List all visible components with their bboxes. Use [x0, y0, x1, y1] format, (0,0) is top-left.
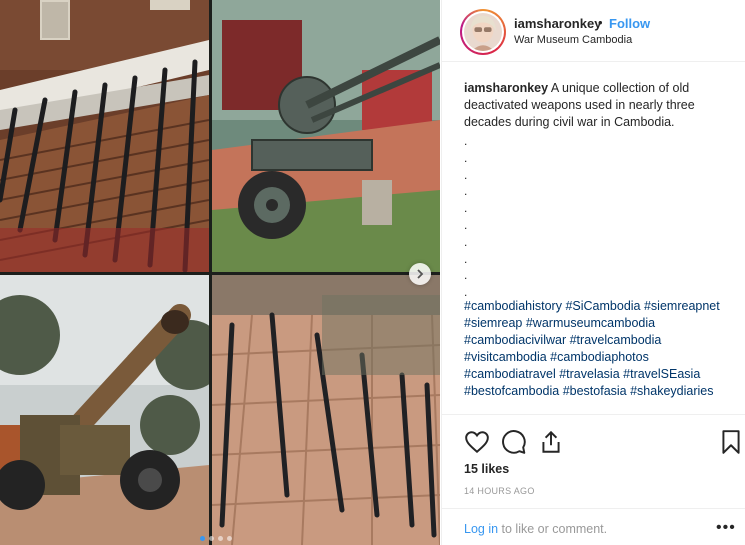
- caption-username-link[interactable]: iamsharonkey: [464, 81, 548, 95]
- carousel-next-button[interactable]: [409, 263, 431, 285]
- hashtag-list: #cambodiahistory #SiCambodia #siemreapne…: [464, 298, 744, 400]
- login-prompt: Log in to like or comment.: [464, 522, 607, 536]
- post-side-panel: iamsharonkey • Follow War Museum Cambodi…: [441, 0, 745, 545]
- actions-divider: [442, 414, 745, 415]
- comment-icon: [502, 430, 526, 454]
- photo-howitzer-cannon: [0, 275, 209, 545]
- hashtag-link[interactable]: #warmuseumcambodia: [526, 316, 655, 330]
- bookmark-icon: [722, 430, 740, 454]
- location-link[interactable]: War Museum Cambodia: [514, 34, 632, 46]
- like-button[interactable]: [464, 429, 490, 455]
- hashtag-link[interactable]: #shakeydiaries: [630, 384, 713, 398]
- caption-bullet: .: [464, 268, 468, 283]
- caption-bullet: .: [464, 234, 468, 249]
- comment-button[interactable]: [501, 429, 527, 455]
- post-caption: iamsharonkey A unique collection of old …: [464, 80, 739, 131]
- caption-bullet: .: [464, 217, 468, 232]
- separator-dot: •: [598, 15, 603, 30]
- post-actions: [464, 429, 744, 455]
- follow-button[interactable]: Follow: [609, 16, 650, 31]
- post-header: iamsharonkey • Follow War Museum Cambodi…: [442, 0, 745, 62]
- share-icon: [542, 430, 560, 453]
- more-options-button[interactable]: •••: [716, 519, 736, 537]
- save-button[interactable]: [718, 429, 744, 455]
- login-link[interactable]: Log in: [464, 522, 498, 536]
- caption-bullet: .: [464, 201, 468, 216]
- carousel-dot: [209, 536, 214, 541]
- hashtag-link[interactable]: #cambodiaphotos: [550, 350, 649, 364]
- hashtag-link[interactable]: #bestofcambodia: [464, 384, 559, 398]
- photo-rifle-rack: [0, 0, 209, 272]
- carousel-dot: [227, 536, 232, 541]
- share-button[interactable]: [538, 429, 564, 455]
- instagram-post: iamsharonkey • Follow War Museum Cambodi…: [0, 0, 745, 545]
- photo-anti-aircraft-gun: [212, 0, 440, 272]
- hashtag-link[interactable]: #siemreap: [464, 316, 522, 330]
- hashtag-link[interactable]: #travelSEasia: [623, 367, 700, 381]
- chevron-right-icon: [417, 269, 424, 279]
- hashtag-link[interactable]: #bestofasia: [563, 384, 627, 398]
- carousel-dot: [218, 536, 223, 541]
- caption-bullet: .: [464, 167, 468, 182]
- hashtag-link[interactable]: #travelcambodia: [570, 333, 662, 347]
- photo-rifles-on-floor: [212, 275, 440, 545]
- post-media-collage[interactable]: [0, 0, 440, 545]
- hashtag-link[interactable]: #visitcambodia: [464, 350, 547, 364]
- caption-bullet: .: [464, 251, 468, 266]
- caption-bullet: .: [464, 150, 468, 165]
- hashtag-link[interactable]: #travelasia: [559, 367, 619, 381]
- footer-divider: [442, 508, 745, 509]
- login-prompt-text: to like or comment.: [498, 522, 608, 536]
- carousel-dot: [200, 536, 205, 541]
- hashtag-link[interactable]: #cambodiahistory: [464, 299, 562, 313]
- caption-bullet: .: [464, 134, 468, 148]
- hashtag-link[interactable]: #siemreapnet: [644, 299, 720, 313]
- like-count[interactable]: 15 likes: [464, 462, 509, 476]
- caption-bullets: . . . . . . . . . .: [464, 133, 484, 301]
- hashtag-link[interactable]: #SiCambodia: [565, 299, 640, 313]
- hashtag-link[interactable]: #cambodiatravel: [464, 367, 556, 381]
- heart-icon: [465, 431, 489, 454]
- hashtag-link[interactable]: #cambodiacivilwar: [464, 333, 566, 347]
- caption-bullet: .: [464, 184, 468, 199]
- username-link[interactable]: iamsharonkey: [514, 16, 601, 31]
- carousel-dots: [200, 536, 232, 541]
- post-timestamp[interactable]: 14 HOURS AGO: [464, 486, 535, 496]
- avatar[interactable]: [460, 9, 506, 55]
